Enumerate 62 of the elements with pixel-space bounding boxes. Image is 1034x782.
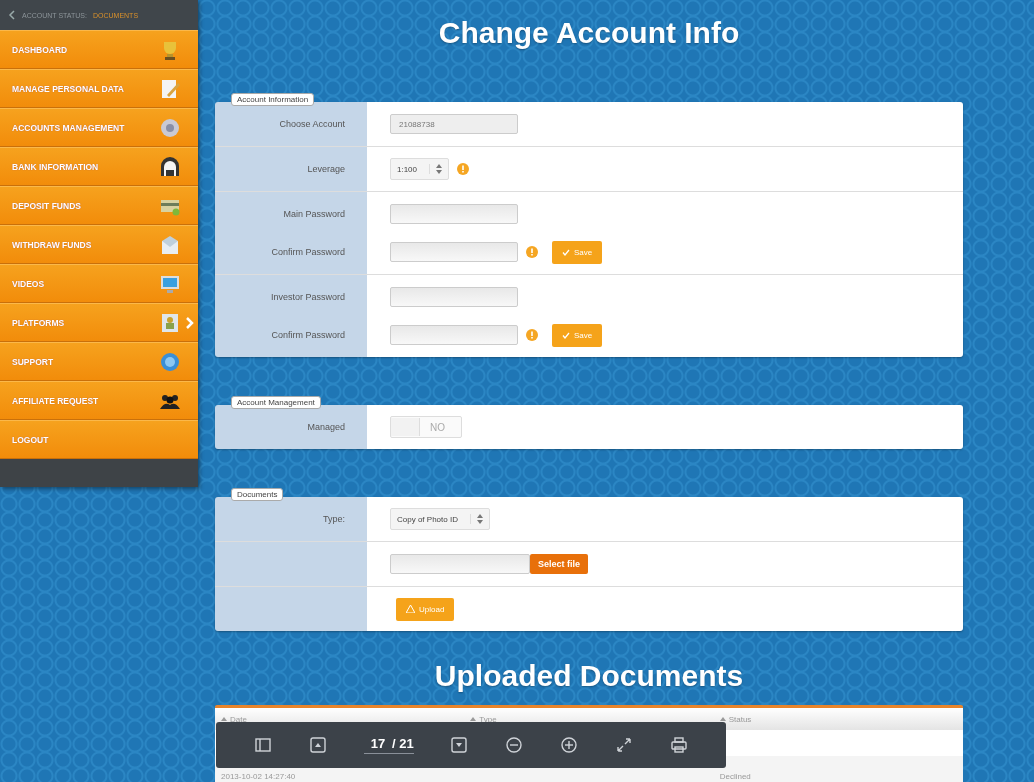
sidebar-item[interactable]: AFFILIATE REQUEST xyxy=(0,381,198,420)
page-total: / 21 xyxy=(391,736,414,751)
field-label: Confirm Password xyxy=(271,330,345,340)
field-label: Investor Password xyxy=(270,292,345,302)
sidebar-item[interactable]: PLATFORMS xyxy=(0,303,198,342)
panel-legend: Account Management xyxy=(231,396,321,409)
save-button[interactable]: Save xyxy=(552,240,603,264)
field-label: Leverage xyxy=(307,164,345,174)
field-label: Choose Account xyxy=(279,119,345,129)
sidebar-item[interactable]: DEPOSIT FUNDS xyxy=(0,186,198,225)
file-field[interactable] xyxy=(390,554,530,574)
sidebar-item[interactable]: LOGOUT xyxy=(0,420,198,459)
sidebar-item[interactable]: ACCOUNTS MANAGEMENT xyxy=(0,108,198,147)
field-label: Main Password xyxy=(283,209,345,219)
next-page-icon[interactable] xyxy=(450,736,469,754)
sidebar-item[interactable]: SUPPORT xyxy=(0,342,198,381)
select-file-button[interactable]: Select file xyxy=(530,554,589,574)
password-field[interactable] xyxy=(390,287,518,307)
section-title: Uploaded Documents xyxy=(433,659,745,693)
zoom-in-icon[interactable] xyxy=(560,736,578,754)
sidebar-item[interactable]: VIDEOS xyxy=(0,264,198,303)
framed-figure-icon xyxy=(159,311,181,334)
panel-legend: Documents xyxy=(231,488,284,501)
password-field[interactable] xyxy=(390,204,518,224)
print-icon[interactable] xyxy=(669,736,688,754)
toggle-switch[interactable]: NO xyxy=(390,416,462,438)
sidebar-item[interactable]: WITHDRAW FUNDS xyxy=(0,225,198,264)
field-label: Confirm Password xyxy=(271,247,345,257)
previous-page-icon[interactable] xyxy=(309,736,328,754)
dropdown[interactable]: Copy of Photo ID xyxy=(390,508,490,530)
field-label: Type: xyxy=(323,514,345,524)
stepper-arrows-icon xyxy=(476,514,483,524)
stepper-arrows-icon xyxy=(436,164,443,174)
page-number-field[interactable]: 17 xyxy=(363,736,392,751)
check-icon xyxy=(562,248,570,256)
sidebar-item[interactable]: BANK INFORMATION xyxy=(0,147,198,186)
panel-legend: Account Information xyxy=(231,93,315,106)
sidebar-toggle-icon[interactable] xyxy=(254,736,273,754)
dropdown[interactable]: 1:100 xyxy=(390,158,450,180)
table-cell-text: 2013-10-02 14:27:40 xyxy=(220,772,297,781)
back-icon[interactable] xyxy=(8,10,16,20)
envelope-icon xyxy=(159,233,181,256)
zoom-out-icon[interactable] xyxy=(505,736,524,754)
account-select: 21088738 xyxy=(390,114,518,134)
save-button[interactable]: Save xyxy=(552,323,603,347)
table-cell-text: Declined xyxy=(718,772,752,781)
page-title: Change Account Info xyxy=(437,16,741,50)
column-header[interactable]: Status xyxy=(713,714,963,724)
password-field[interactable] xyxy=(390,242,518,262)
field-label: Managed xyxy=(307,422,345,432)
upload-button[interactable]: Upload xyxy=(396,597,455,621)
document-pencil-icon xyxy=(159,77,181,100)
column-header[interactable]: Date xyxy=(215,714,465,724)
warning-icon xyxy=(406,605,415,613)
sidebar-item[interactable]: MANAGE PERSONAL DATA xyxy=(0,69,198,108)
disc-icon xyxy=(159,116,181,139)
password-field[interactable] xyxy=(390,325,518,345)
check-icon xyxy=(562,331,570,339)
fullscreen-icon[interactable] xyxy=(614,736,633,754)
sidebar-item[interactable]: DASHBOARD xyxy=(0,30,198,69)
help-icon xyxy=(159,350,181,373)
bank-icon xyxy=(159,155,181,178)
